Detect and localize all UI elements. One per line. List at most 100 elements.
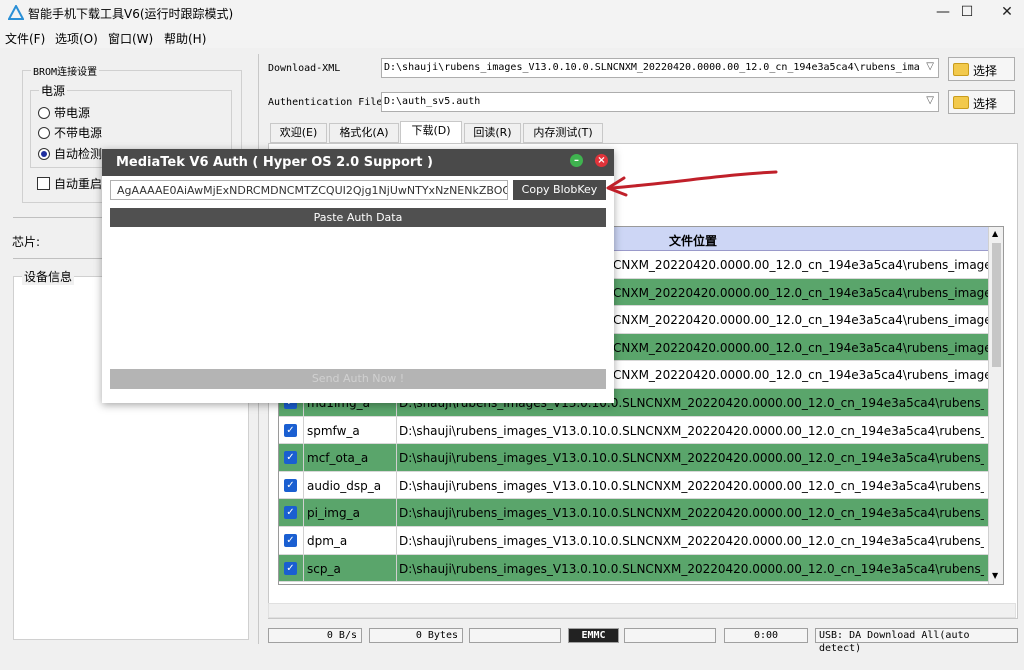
device-info-legend: 设备信息 (22, 268, 75, 285)
scrollbar-thumb[interactable] (992, 243, 1001, 367)
status-bytes: 0 Bytes (369, 628, 463, 643)
chevron-down-icon[interactable]: ▽ (926, 61, 934, 72)
radio-auto-detect[interactable]: 自动检测 (38, 145, 102, 162)
row-name: scp_a (307, 561, 341, 576)
radio-without-power[interactable]: 不带电源 (38, 124, 102, 141)
row-checkbox[interactable]: ✓ (284, 534, 297, 547)
cell-separator (303, 499, 304, 526)
row-name: mcf_ota_a (307, 451, 369, 466)
menu-file[interactable]: 文件(F) (5, 30, 45, 47)
row-checkbox[interactable]: ✓ (284, 506, 297, 520)
radio-with-power[interactable]: 带电源 (38, 104, 90, 121)
row-path: CNXM_20220420.0000.00_12.0_cn_194e3a5ca4… (613, 258, 1004, 272)
tab-memory-test[interactable]: 内存测试(T) (523, 123, 603, 143)
download-xml-combo[interactable]: D:\shauji\rubens_images_V13.0.10.0.SLNCN… (381, 58, 939, 78)
chip-label: 芯片: (12, 235, 41, 249)
copy-blobkey-button[interactable]: Copy BlobKey (513, 180, 606, 200)
row-checkbox[interactable]: ✓ (284, 423, 297, 437)
cell-separator (303, 416, 304, 444)
dialog-title: MediaTek V6 Auth ( Hyper OS 2.0 Support … (116, 155, 433, 170)
menu-options[interactable]: 选项(O) (55, 30, 98, 47)
row-path: CNXM_20220420.0000.00_12.0_cn_194e3a5ca4… (613, 368, 1004, 383)
folder-icon (953, 63, 969, 76)
status-time: 0:00 (724, 628, 808, 643)
app-logo-icon (8, 5, 24, 20)
menu-window[interactable]: 窗口(W) (108, 30, 153, 47)
status-empty-2 (624, 628, 716, 643)
auth-dialog: MediaTek V6 Auth ( Hyper OS 2.0 Support … (102, 149, 614, 403)
close-button[interactable]: ✕ (984, 0, 1024, 26)
cell-separator (303, 444, 304, 471)
annotation-arrow-icon (606, 170, 778, 197)
row-path: D:\shauji\rubens_images_V13.0.10.0.SLNCN… (399, 478, 984, 493)
table-row[interactable]: ✓ dpm_a D:\shauji\rubens_images_V13.0.10… (279, 527, 988, 555)
dialog-minimize-icon[interactable]: – (570, 154, 583, 167)
column-header-location[interactable]: 文件位置 (669, 232, 717, 249)
table-row[interactable]: ✓ spmfw_a D:\shauji\rubens_images_V13.0.… (279, 416, 988, 445)
pick-auth-label: 选择 (973, 97, 998, 111)
pick-auth-button[interactable]: 选择 (948, 90, 1015, 114)
row-name: pi_img_a (307, 506, 360, 521)
cell-separator (303, 471, 304, 499)
cell-separator (396, 444, 397, 471)
radio-without-power-label: 不带电源 (54, 126, 103, 140)
radio-circle-selected[interactable] (38, 147, 50, 160)
scroll-down-icon[interactable]: ▼ (992, 571, 998, 580)
brom-settings-legend: BROM连接设置 (33, 67, 98, 78)
auth-file-label: Authentication File (268, 97, 383, 108)
pick-xml-button[interactable]: 选择 (948, 57, 1015, 81)
row-path: D:\shauji\rubens_images_V13.0.10.0.SLNCN… (399, 423, 984, 438)
row-path: D:\shauji\rubens_images_V13.0.10.0.SLNCN… (399, 534, 984, 548)
row-path: D:\shauji\rubens_images_V13.0.10.0.SLNCN… (399, 451, 984, 466)
row-path: CNXM_20220420.0000.00_12.0_cn_194e3a5ca4… (613, 313, 1004, 328)
status-storage: EMMC (568, 628, 619, 643)
chevron-down-icon[interactable]: ▽ (926, 95, 934, 106)
cell-separator (396, 471, 397, 499)
auto-restart-checkbox[interactable]: 自动重启 (37, 175, 102, 192)
row-path: CNXM_20220420.0000.00_12.0_cn_194e3a5ca4… (613, 340, 1004, 355)
row-path: D:\shauji\rubens_images_V13.0.10.0.SLNCN… (399, 506, 984, 521)
row-name: spmfw_a (307, 423, 360, 438)
send-auth-button[interactable]: Send Auth Now ! (110, 369, 606, 389)
scroll-up-icon[interactable]: ▲ (992, 229, 998, 238)
table-row[interactable]: ✓ pi_img_a D:\shauji\rubens_images_V13.0… (279, 499, 988, 527)
radio-circle[interactable] (38, 126, 50, 139)
status-speed: 0 B/s (268, 628, 362, 643)
status-empty (469, 628, 561, 643)
row-checkbox[interactable]: ✓ (284, 561, 297, 575)
title-bar: 智能手机下载工具V6(运行时跟踪模式) — ☐ ✕ (0, 0, 1024, 26)
checkbox-box[interactable] (37, 177, 50, 190)
tab-welcome[interactable]: 欢迎(E) (270, 123, 327, 143)
menu-help[interactable]: 帮助(H) (164, 30, 206, 47)
window-title: 智能手机下载工具V6(运行时跟踪模式) (28, 7, 234, 21)
table-row[interactable]: ✓ audio_dsp_a D:\shauji\rubens_images_V1… (279, 471, 988, 500)
power-legend: 电源 (41, 84, 66, 98)
menu-bar: 文件(F) 选项(O) 窗口(W) 帮助(H) (0, 26, 1024, 48)
download-xml-value: D:\shauji\rubens_images_V13.0.10.0.SLNCN… (384, 62, 919, 73)
row-name: dpm_a (307, 534, 348, 548)
row-name: audio_dsp_a (307, 478, 382, 493)
auth-file-combo[interactable]: D:\auth_sv5.auth ▽ (381, 92, 939, 112)
cell-separator (396, 416, 397, 444)
cell-separator (303, 527, 304, 554)
pick-xml-label: 选择 (973, 64, 998, 78)
blob-key-field[interactable]: AgAAAAE0AiAwMjExNDRCMDNCMTZCQUI2Qjg1NjUw… (110, 180, 508, 200)
paste-auth-data-button[interactable]: Paste Auth Data (110, 208, 606, 227)
row-path: D:\shauji\rubens_images_V13.0.10.0.SLNCN… (399, 561, 984, 576)
cell-separator (396, 527, 397, 554)
tab-download[interactable]: 下载(D) (400, 121, 462, 144)
radio-circle[interactable] (38, 106, 50, 119)
table-row[interactable]: ✓ scp_a D:\shauji\rubens_images_V13.0.10… (279, 554, 988, 583)
table-row[interactable]: ✓ mcf_ota_a D:\shauji\rubens_images_V13.… (279, 444, 988, 472)
download-xml-label: Download-XML (268, 63, 341, 74)
tab-readback[interactable]: 回读(R) (464, 123, 521, 143)
progress-bar (268, 603, 1016, 618)
dialog-title-bar[interactable]: MediaTek V6 Auth ( Hyper OS 2.0 Support … (102, 149, 614, 176)
auth-file-value: D:\auth_sv5.auth (384, 96, 481, 107)
cell-separator (396, 499, 397, 526)
row-checkbox[interactable]: ✓ (284, 451, 297, 465)
tab-format[interactable]: 格式化(A) (329, 123, 399, 143)
vertical-scrollbar[interactable]: ▲ ▼ (988, 227, 1003, 584)
row-path: CNXM_20220420.0000.00_12.0_cn_194e3a5ca4… (613, 285, 1004, 300)
row-checkbox[interactable]: ✓ (284, 478, 297, 492)
